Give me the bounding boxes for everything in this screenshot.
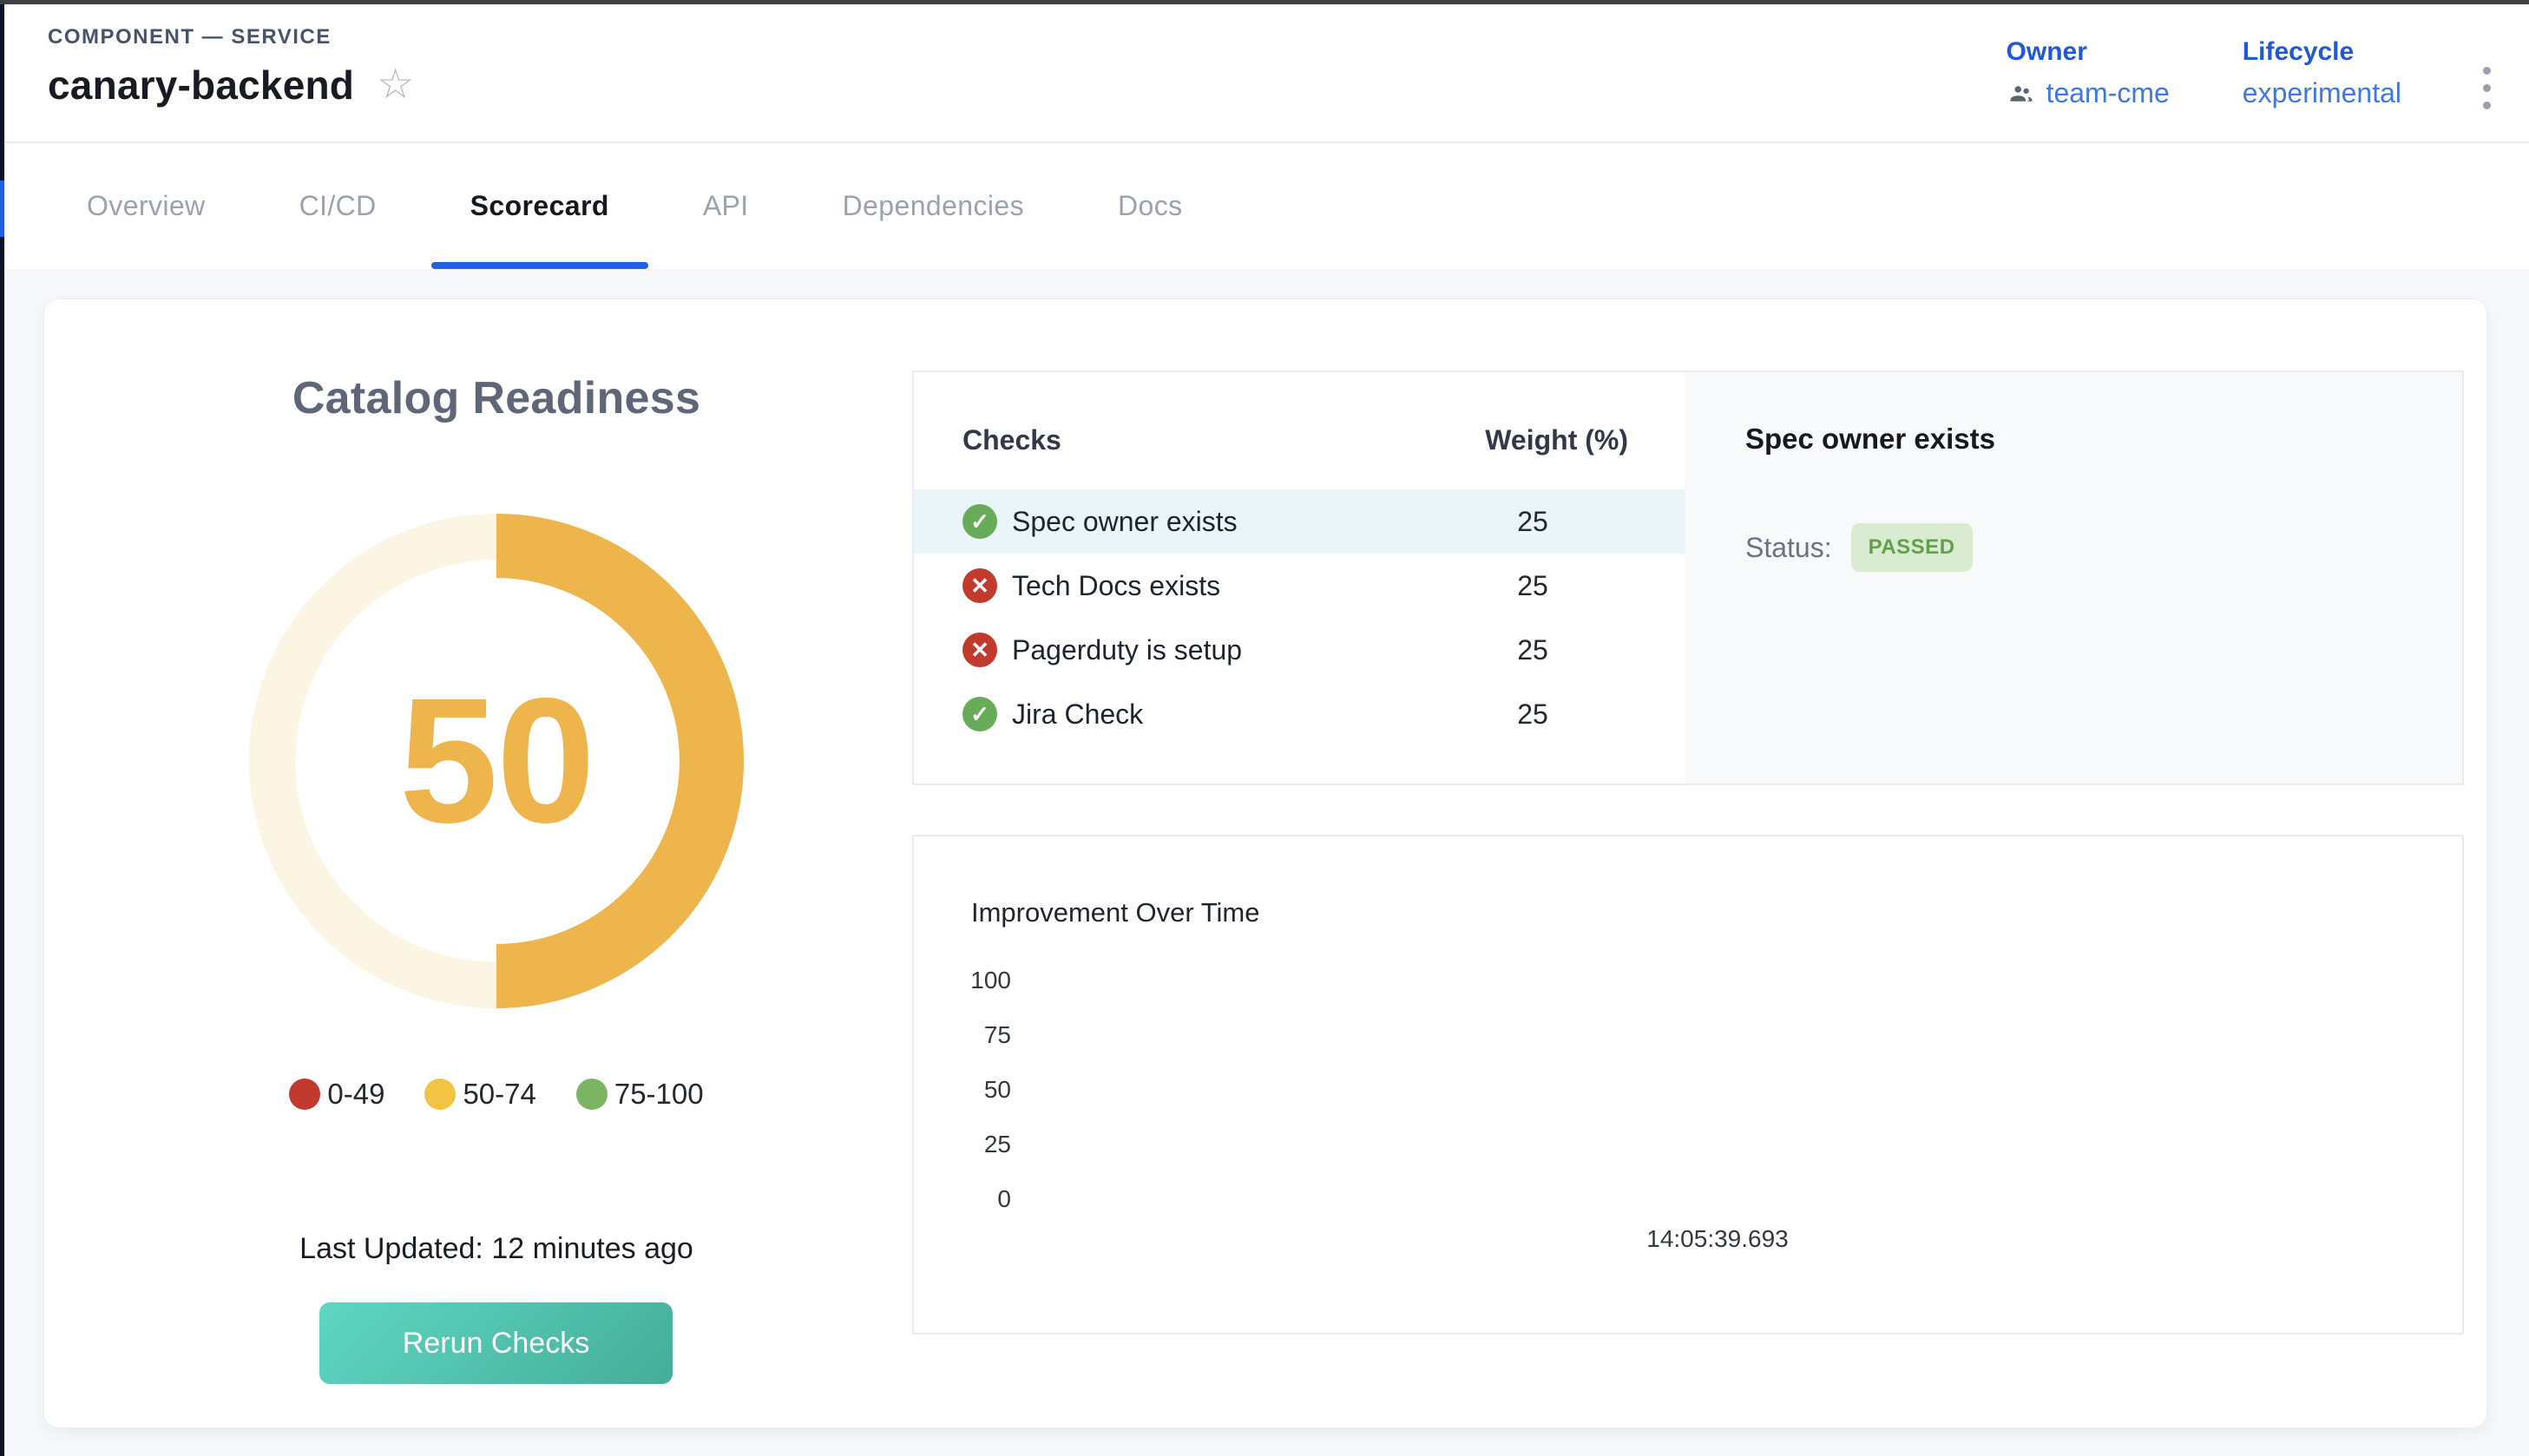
content-area: Catalog Readiness 50 0-49 50-74 75-100 Las…: [4, 269, 2529, 1456]
table-row[interactable]: ✕ Tech Docs exists 25: [914, 554, 1685, 618]
tab-docs[interactable]: Docs: [1079, 143, 1222, 269]
y-axis-tick: 25: [914, 1131, 1011, 1158]
score-value: 50: [249, 514, 744, 1008]
lifecycle-meta: Lifecycle experimental: [2243, 37, 2401, 109]
x-circle-icon: ✕: [962, 568, 997, 603]
table-row[interactable]: ✓ Jira Check 25: [914, 682, 1685, 746]
lifecycle-value: experimental: [2243, 77, 2401, 109]
checks-column-header: Checks: [962, 424, 1437, 456]
tab-dependencies[interactable]: Dependencies: [804, 143, 1063, 269]
check-circle-icon: ✓: [962, 504, 997, 539]
star-icon[interactable]: ☆: [377, 64, 414, 106]
status-label: Status:: [1745, 532, 1832, 564]
improvement-chart: Improvement Over Time 100 75 50 25 0 14:05:3…: [912, 835, 2464, 1335]
checks-table-header: Checks Weight (%): [914, 424, 1685, 456]
tab-ci-cd[interactable]: CI/CD: [260, 143, 416, 269]
kebab-menu-icon[interactable]: [2474, 60, 2499, 116]
owner-meta: Owner team-cme: [2007, 37, 2170, 109]
legend-dot-icon: [424, 1079, 456, 1110]
left-nav-rail: [0, 0, 4, 1456]
team-icon: [2007, 81, 2036, 107]
tab-scorecard[interactable]: Scorecard: [431, 143, 648, 269]
check-name: Tech Docs exists: [1012, 570, 1220, 602]
table-row[interactable]: ✓ Spec owner exists 25: [914, 489, 1685, 554]
check-detail-panel: Spec owner exists Status: PASSED: [1685, 372, 2462, 784]
check-name: Pagerduty is setup: [1012, 634, 1242, 666]
scorecard-title: Catalog Readiness: [84, 372, 909, 424]
check-weight: 25: [1437, 634, 1628, 666]
lifecycle-label: Lifecycle: [2243, 37, 2401, 67]
checks-table: Checks Weight (%) ✓ Spec owner exists 25 ✕ T…: [914, 372, 1685, 784]
check-weight: 25: [1437, 698, 1628, 731]
chart-title: Improvement Over Time: [971, 897, 1259, 928]
readiness-gauge: 50: [249, 514, 744, 1008]
owner-link[interactable]: team-cme: [2046, 77, 2170, 109]
tab-overview[interactable]: Overview: [48, 143, 245, 269]
owner-label: Owner: [2007, 37, 2170, 67]
last-updated-text: Last Updated: 12 minutes ago: [84, 1232, 909, 1266]
status-badge: PASSED: [1851, 523, 1973, 572]
checks-panel: Checks Weight (%) ✓ Spec owner exists 25 ✕ T…: [912, 371, 2464, 785]
check-name: Spec owner exists: [1012, 506, 1238, 538]
entity-header: COMPONENT — SERVICE canary-backend ☆ Own…: [4, 4, 2529, 141]
legend-item: 75-100: [576, 1078, 704, 1111]
legend-item: 50-74: [424, 1078, 535, 1111]
rerun-checks-button[interactable]: Rerun Checks: [319, 1302, 673, 1384]
tab-api[interactable]: API: [664, 143, 788, 269]
check-weight: 25: [1437, 506, 1628, 538]
y-axis-tick: 50: [914, 1076, 1011, 1104]
x-circle-icon: ✕: [962, 633, 997, 667]
legend-label: 0-49: [327, 1078, 384, 1111]
scorecard-card: Catalog Readiness 50 0-49 50-74 75-100 Las…: [43, 298, 2487, 1428]
legend-label: 75-100: [614, 1078, 704, 1111]
legend-dot-icon: [576, 1079, 608, 1110]
score-legend: 0-49 50-74 75-100: [84, 1078, 909, 1111]
page-title: canary-backend: [48, 62, 354, 108]
check-detail-title: Spec owner exists: [1745, 423, 2462, 456]
legend-item: 0-49: [289, 1078, 384, 1111]
check-name: Jira Check: [1012, 698, 1143, 731]
legend-dot-icon: [289, 1079, 320, 1110]
weight-column-header: Weight (%): [1437, 424, 1628, 456]
y-axis-tick: 0: [914, 1185, 1011, 1213]
check-weight: 25: [1437, 570, 1628, 602]
y-axis-tick: 100: [914, 967, 1011, 994]
table-row[interactable]: ✕ Pagerduty is setup 25: [914, 618, 1685, 682]
legend-label: 50-74: [463, 1078, 535, 1111]
x-axis-tick: 14:05:39.693: [1646, 1225, 1789, 1253]
tab-bar: OverviewCI/CDScorecardAPIDependenciesDoc…: [4, 141, 2529, 269]
window-top-strip: [0, 0, 2529, 4]
check-circle-icon: ✓: [962, 697, 997, 731]
rail-active-indicator: [0, 180, 4, 237]
y-axis-tick: 75: [914, 1021, 1011, 1049]
gauge-column: Catalog Readiness 50 0-49 50-74 75-100 Las…: [84, 299, 909, 1427]
